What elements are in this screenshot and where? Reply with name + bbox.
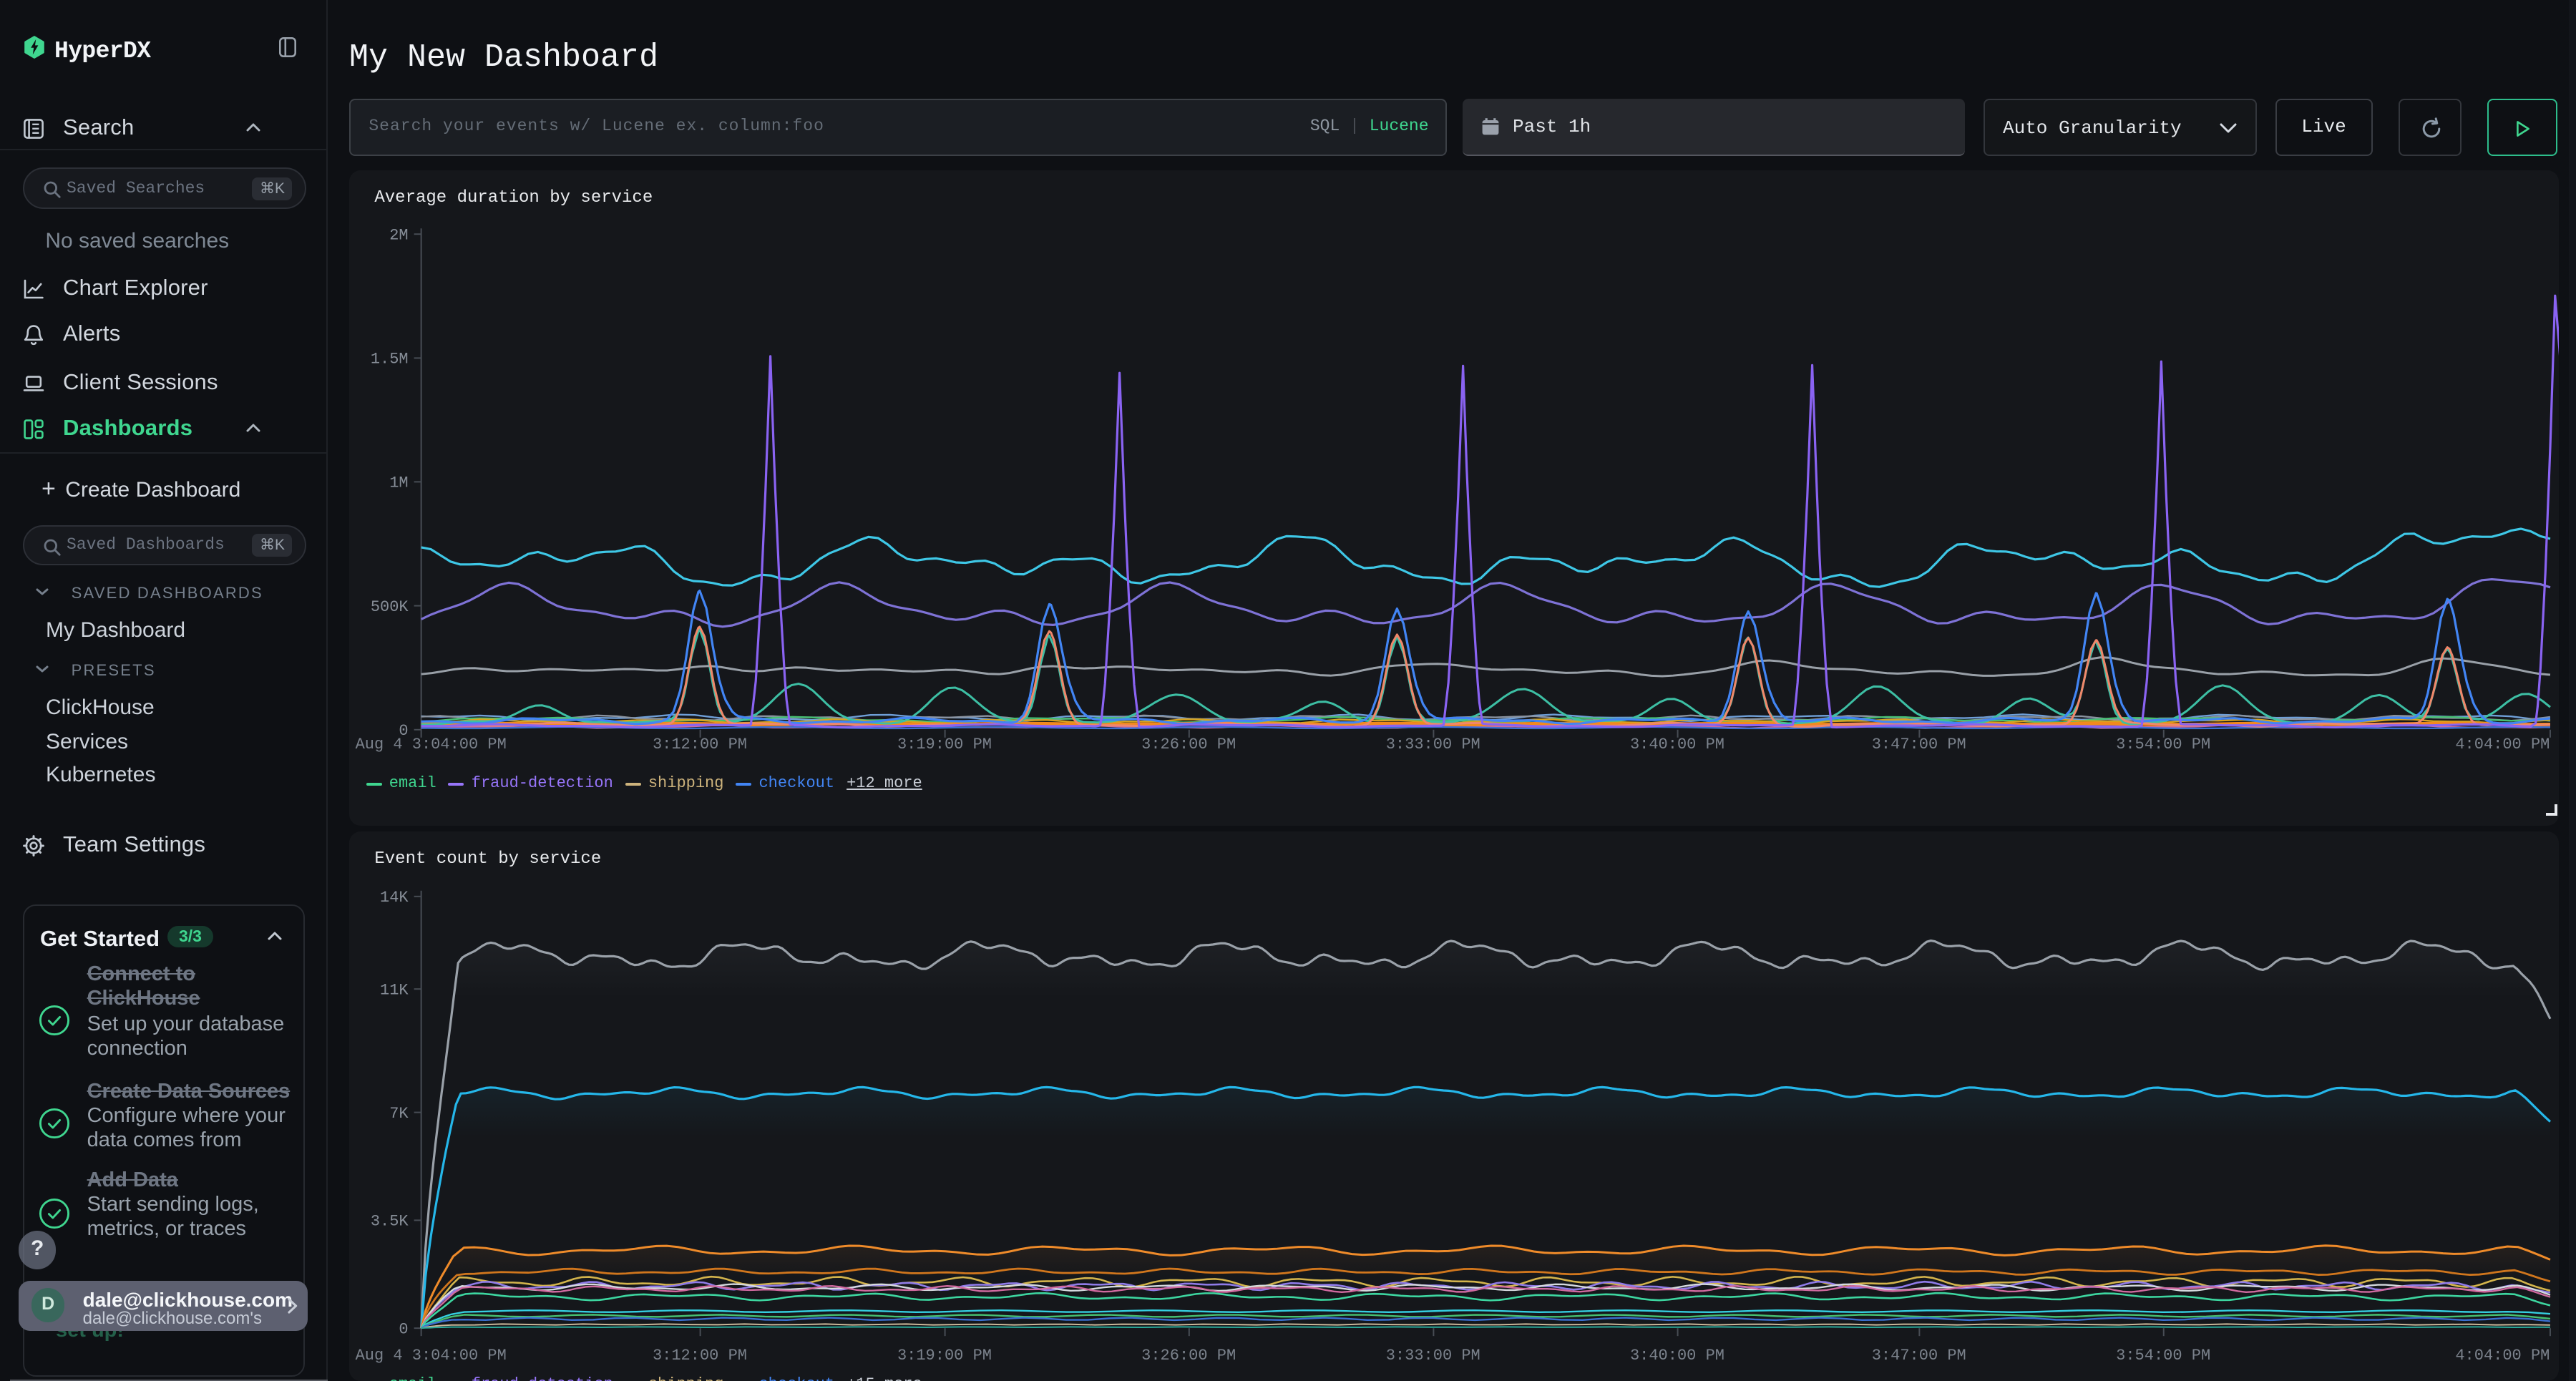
svg-text:7K: 7K bbox=[389, 1104, 409, 1122]
svg-text:1M: 1M bbox=[389, 474, 408, 492]
svg-text:3.5K: 3.5K bbox=[370, 1212, 409, 1230]
svg-text:500K: 500K bbox=[370, 598, 409, 616]
svg-text:1.5M: 1.5M bbox=[370, 351, 408, 369]
svg-text:2M: 2M bbox=[389, 227, 408, 245]
svg-text:0: 0 bbox=[399, 1320, 408, 1338]
svg-text:11K: 11K bbox=[379, 981, 408, 999]
svg-text:14K: 14K bbox=[379, 888, 408, 906]
